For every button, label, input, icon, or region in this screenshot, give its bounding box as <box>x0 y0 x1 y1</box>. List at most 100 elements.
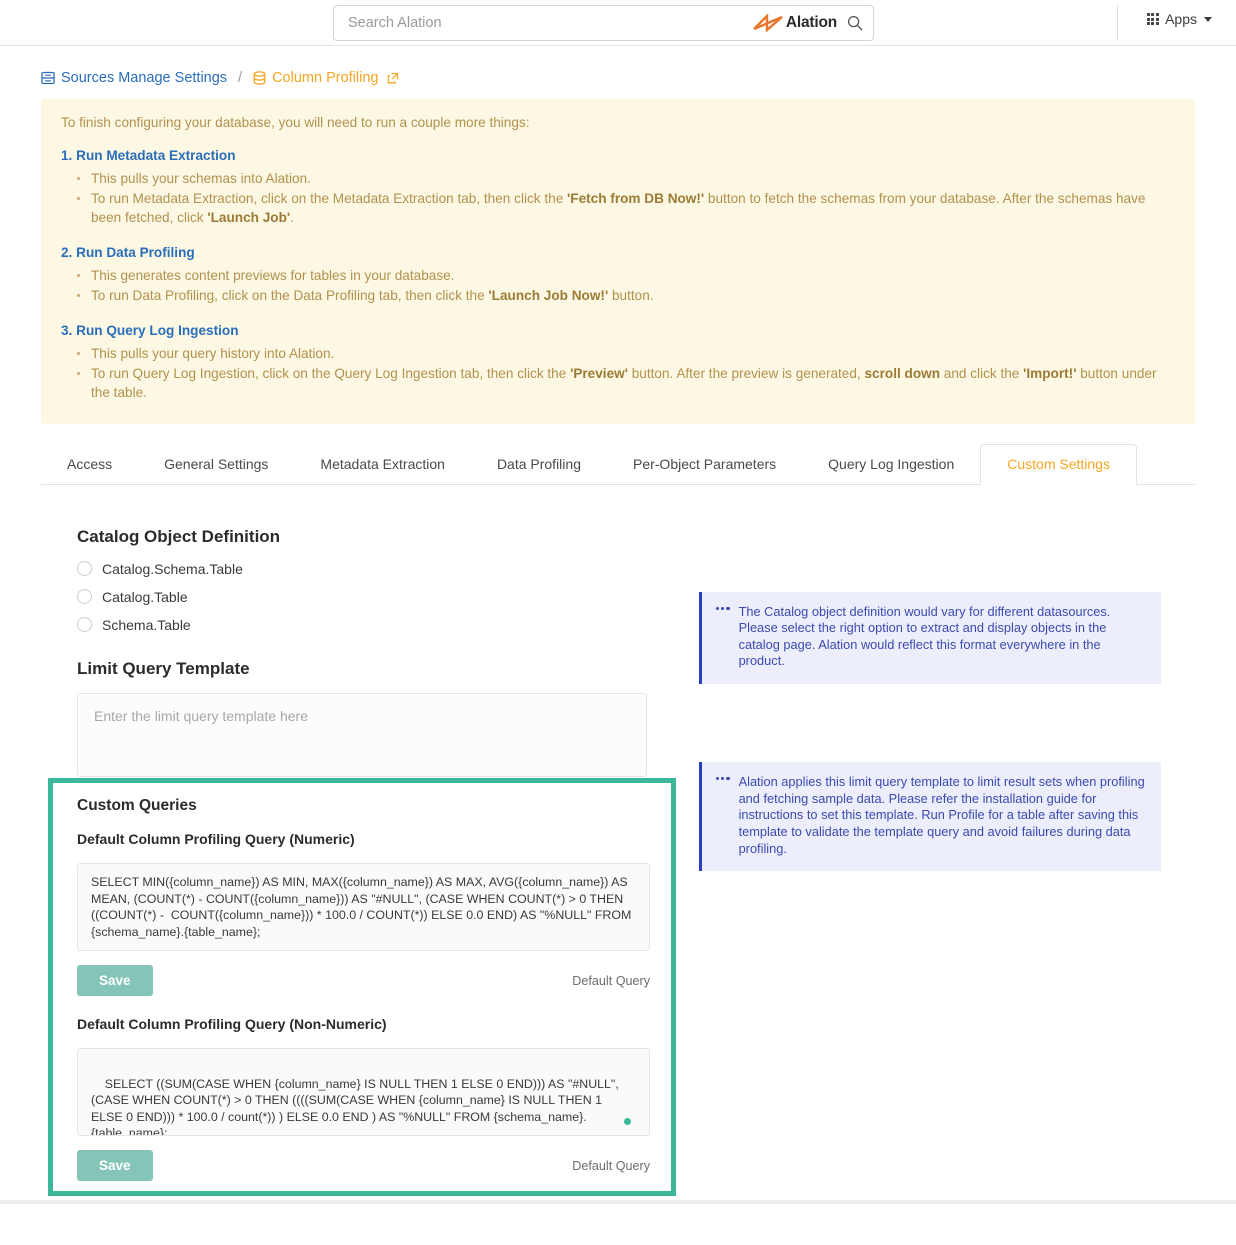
catalog-object-definition-heading: Catalog Object Definition <box>77 526 281 546</box>
instruction-emphasis: 'Fetch from DB Now!' <box>567 190 705 206</box>
settings-panel-icon <box>41 71 55 85</box>
instructions-intro: To finish configuring your database, you… <box>61 115 530 130</box>
instruction-emphasis: 'Launch Job' <box>207 210 291 226</box>
tab-custom-settings[interactable]: Custom Settings <box>980 443 1137 485</box>
breadcrumb: Sources Manage Settings / Column Profili… <box>0 46 1236 86</box>
limit-query-template-info-text: Alation applies this limit query templat… <box>738 774 1145 856</box>
instruction-bullet-list: This generates content previews for tabl… <box>61 266 1175 306</box>
radio-option-label: Catalog.Schema.Table <box>102 560 243 577</box>
radio-option-catalog-table[interactable]: Catalog.Table <box>77 589 677 605</box>
settings-right-column: The Catalog object definition would vary… <box>699 527 1161 872</box>
save-numeric-query-button[interactable]: Save <box>77 965 153 996</box>
custom-queries-heading: Custom Queries <box>77 797 197 814</box>
info-dots-icon <box>716 604 730 671</box>
instruction-text: To run Query Log Ingestion, click on the… <box>91 365 571 381</box>
apps-menu-button[interactable]: Apps <box>1146 11 1212 27</box>
radio-button-icon[interactable] <box>77 617 92 633</box>
instruction-step-title: 1. Run Metadata Extraction <box>61 146 1175 165</box>
instruction-text: This pulls your query history into Alati… <box>91 345 335 361</box>
breadcrumb-current-label: Column Profiling <box>272 70 379 86</box>
alation-logo: Alation <box>753 14 837 32</box>
tab-query-log-ingestion[interactable]: Query Log Ingestion <box>802 456 980 484</box>
instruction-bullet: To run Query Log Ingestion, click on the… <box>77 364 1175 403</box>
instruction-step-number: 2. <box>61 245 77 261</box>
instruction-step-number: 3. <box>61 323 77 339</box>
apps-grid-icon <box>1146 12 1160 26</box>
topbar-divider <box>1117 6 1118 40</box>
tab-data-profiling[interactable]: Data Profiling <box>471 456 607 484</box>
non-numeric-default-query-label[interactable]: Default Query <box>572 1159 650 1173</box>
non-numeric-query-input[interactable]: SELECT ((SUM(CASE WHEN {column_name} IS … <box>77 1048 650 1136</box>
search-input[interactable] <box>346 14 753 32</box>
tab-per-object-parameters[interactable]: Per-Object Parameters <box>607 456 802 484</box>
top-bar: Alation Apps <box>0 0 1236 46</box>
setup-instructions-panel: To finish configuring your database, you… <box>41 99 1195 424</box>
instruction-text: To run Metadata Extraction, click on the… <box>91 190 568 206</box>
apps-menu-label: Apps <box>1165 11 1197 27</box>
chevron-down-icon <box>1204 16 1212 22</box>
catalog-object-definition-info-text: The Catalog object definition would vary… <box>738 603 1111 669</box>
radio-option-label: Catalog.Table <box>102 588 188 605</box>
brand-name: Alation <box>785 14 837 31</box>
radio-option-catalog-schema-table[interactable]: Catalog.Schema.Table <box>77 561 677 577</box>
instruction-bullet: This generates content previews for tabl… <box>77 266 1175 285</box>
instruction-text: and click the <box>940 365 1024 381</box>
numeric-default-query-label[interactable]: Default Query <box>572 974 650 988</box>
limit-query-template-info: Alation applies this limit query templat… <box>699 762 1161 872</box>
radio-button-icon[interactable] <box>77 589 92 605</box>
instruction-step-label: Run Query Log Ingestion <box>76 323 239 339</box>
breadcrumb-parent-label: Sources Manage Settings <box>61 70 228 86</box>
database-icon <box>253 71 266 85</box>
radio-button-icon[interactable] <box>77 561 92 577</box>
limit-query-template-input[interactable] <box>77 692 647 777</box>
instruction-bullet-list: This pulls your schemas into Alation. To … <box>61 169 1175 228</box>
radio-option-label: Schema.Table <box>102 616 191 633</box>
instruction-emphasis: 'Launch Job Now!' <box>488 288 609 304</box>
save-non-numeric-query-button[interactable]: Save <box>77 1150 153 1181</box>
search-icon[interactable] <box>847 15 863 31</box>
alation-mark-icon <box>753 14 783 32</box>
numeric-query-input[interactable]: SELECT MIN({column_name}) AS MIN, MAX({c… <box>77 863 650 951</box>
instruction-text: button. <box>608 288 654 304</box>
instruction-bullet: This pulls your schemas into Alation. <box>77 169 1175 188</box>
instruction-emphasis: 'Preview' <box>570 365 628 381</box>
settings-tabs: Access General Settings Metadata Extractio… <box>41 443 1195 485</box>
numeric-query-actions: Save Default Query <box>77 965 650 996</box>
instruction-step-label: Run Metadata Extraction <box>76 148 236 164</box>
instruction-text: button. After the preview is generated, <box>627 365 865 381</box>
instruction-step-title: 2. Run Data Profiling <box>61 243 1175 262</box>
tab-metadata-extraction[interactable]: Metadata Extraction <box>294 456 471 484</box>
instruction-bullet: To run Data Profiling, click on the Data… <box>77 286 1175 305</box>
info-dots-icon <box>716 774 730 857</box>
breadcrumb-item-sources-manage-settings[interactable]: Sources Manage Settings <box>41 70 227 86</box>
external-link-icon[interactable] <box>387 72 399 84</box>
instruction-step-title: 3. Run Query Log Ingestion <box>61 321 1175 340</box>
non-numeric-query-actions: Save Default Query <box>77 1150 650 1181</box>
instruction-bullet: To run Metadata Extraction, click on the… <box>77 189 1175 228</box>
instruction-emphasis: scroll down <box>864 365 941 381</box>
instruction-text: This pulls your schemas into Alation. <box>91 170 311 186</box>
resize-handle-dot-icon[interactable] <box>624 1118 631 1125</box>
page-footer-divider <box>0 1200 1236 1204</box>
catalog-object-definition-info: The Catalog object definition would vary… <box>699 591 1161 685</box>
custom-queries-panel: Custom Queries Default Column Profiling … <box>48 778 676 1196</box>
tab-access[interactable]: Access <box>41 456 138 484</box>
radio-option-schema-table[interactable]: Schema.Table <box>77 617 677 633</box>
instruction-text: This generates content previews for tabl… <box>91 267 455 283</box>
breadcrumb-separator: / <box>238 70 243 86</box>
instruction-emphasis: 'Import!' <box>1023 365 1077 381</box>
numeric-query-heading: Default Column Profiling Query (Numeric) <box>77 831 355 847</box>
tab-general-settings[interactable]: General Settings <box>138 456 294 484</box>
limit-query-template-heading: Limit Query Template <box>77 658 250 678</box>
catalog-object-definition-radio-group: Catalog.Schema.Table Catalog.Table Schema.… <box>77 561 677 633</box>
breadcrumb-item-column-profiling[interactable]: Column Profiling <box>253 70 399 86</box>
instruction-step-label: Run Data Profiling <box>76 245 195 261</box>
instruction-text: . <box>290 210 294 226</box>
instruction-steps: 1. Run Metadata Extraction This pulls you… <box>61 146 1175 402</box>
instruction-bullet-list: This pulls your query history into Alati… <box>61 344 1175 403</box>
instruction-text: To run Data Profiling, click on the Data… <box>91 288 489 304</box>
instruction-bullet: This pulls your query history into Alati… <box>77 344 1175 363</box>
non-numeric-query-text: SELECT ((SUM(CASE WHEN {column_name} IS … <box>91 1076 623 1136</box>
non-numeric-query-heading: Default Column Profiling Query (Non-Nume… <box>77 1016 387 1032</box>
search-bar[interactable]: Alation <box>333 5 874 41</box>
